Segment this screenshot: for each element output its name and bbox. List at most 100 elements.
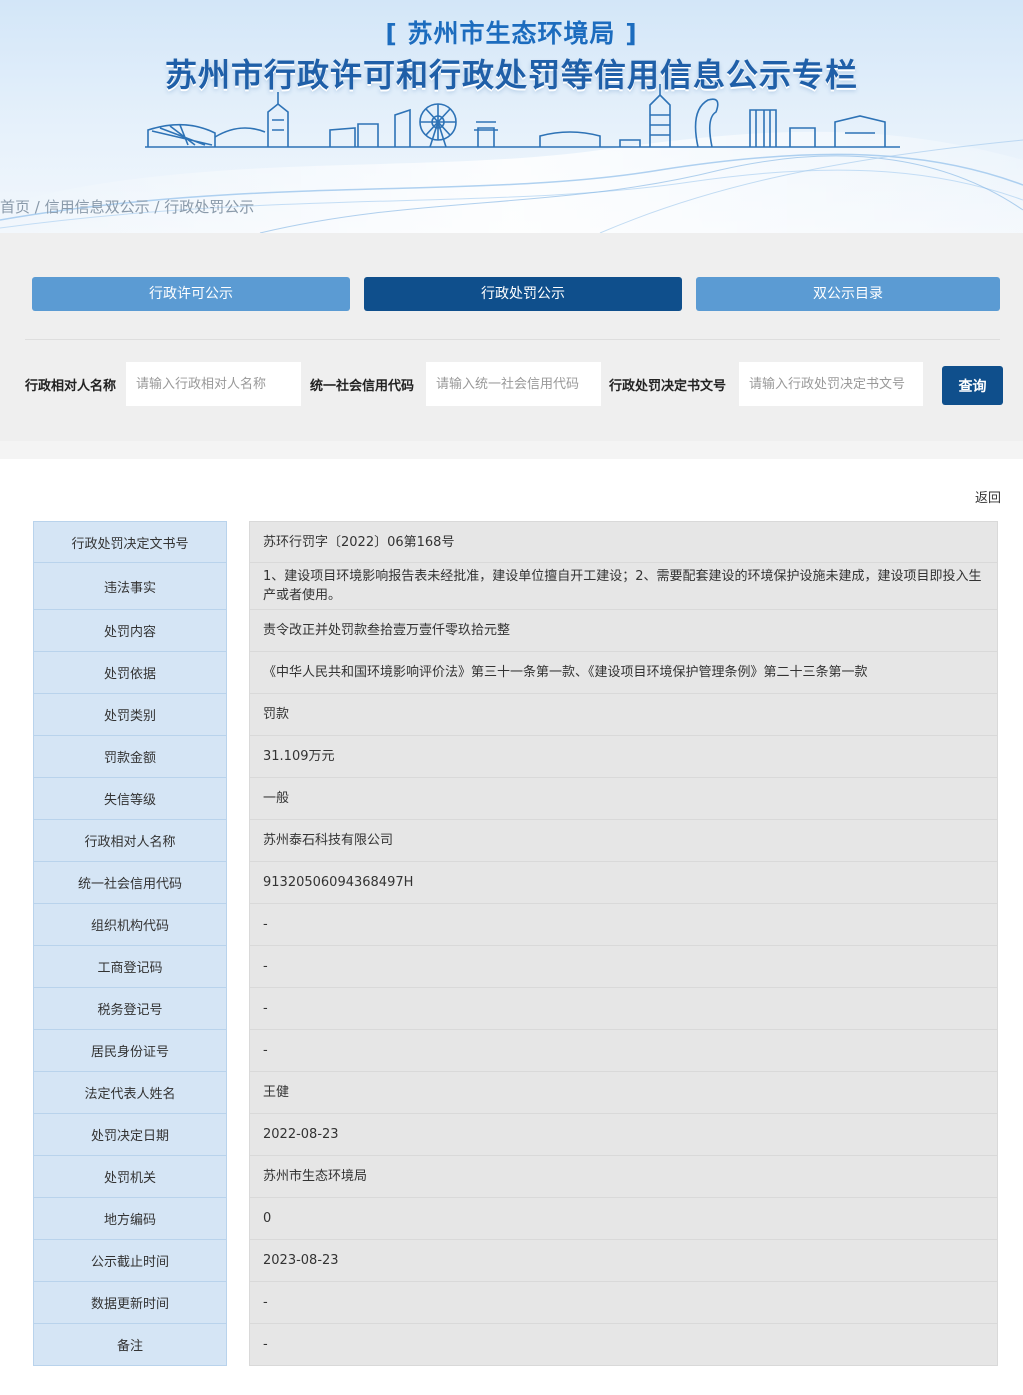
field-value: 一般: [249, 778, 998, 820]
cell-gap: [227, 521, 249, 563]
field-label: 居民身份证号: [33, 1030, 227, 1072]
field-label: 公示截止时间: [33, 1240, 227, 1282]
field-label: 备注: [33, 1324, 227, 1366]
field-value: -: [249, 1324, 998, 1366]
page-title: 苏州市行政许可和行政处罚等信用信息公示专栏: [164, 56, 858, 94]
field-label: 税务登记号: [33, 988, 227, 1030]
agency-subtitle: [ 苏州市生态环境局 ]: [385, 19, 638, 48]
field-value: 31.109万元: [249, 736, 998, 778]
table-row: 组织机构代码 -: [33, 904, 998, 946]
field-value: -: [249, 946, 998, 988]
field-label: 处罚机关: [33, 1156, 227, 1198]
tab-administrative-license[interactable]: 行政许可公示: [32, 277, 350, 311]
table-row: 数据更新时间 -: [33, 1282, 998, 1324]
tab-administrative-penalty[interactable]: 行政处罚公示: [364, 277, 682, 311]
table-row: 处罚决定日期 2022-08-23: [33, 1114, 998, 1156]
field-label: 组织机构代码: [33, 904, 227, 946]
field-label: 违法事实: [33, 563, 227, 610]
cell-gap: [227, 1198, 249, 1240]
cell-gap: [227, 736, 249, 778]
table-row: 违法事实 1、建设项目环境影响报告表未经批准，建设单位擅自开工建设；2、需要配套建…: [33, 563, 998, 610]
field-value: -: [249, 1282, 998, 1324]
field-value: 2023-08-23: [249, 1240, 998, 1282]
table-row: 地方编码 0: [33, 1198, 998, 1240]
cell-gap: [227, 1156, 249, 1198]
breadcrumb-current[interactable]: 行政处罚公示: [164, 198, 254, 216]
field-label: 行政相对人名称: [33, 820, 227, 862]
table-row: 公示截止时间 2023-08-23: [33, 1240, 998, 1282]
table-row: 工商登记码 -: [33, 946, 998, 988]
field-label: 失信等级: [33, 778, 227, 820]
table-row: 行政处罚决定文书号 苏环行罚字〔2022〕06第168号: [33, 521, 998, 563]
back-link[interactable]: 返回: [975, 487, 1001, 506]
cell-gap: [227, 1324, 249, 1366]
table-row: 居民身份证号 -: [33, 1030, 998, 1072]
field-value: 0: [249, 1198, 998, 1240]
cell-gap: [227, 652, 249, 694]
field-label: 法定代表人姓名: [33, 1072, 227, 1114]
field-value: -: [249, 988, 998, 1030]
name-search-label: 行政相对人名称: [25, 379, 117, 394]
table-row: 税务登记号 -: [33, 988, 998, 1030]
detail-content: 返回 行政处罚决定文书号 苏环行罚字〔2022〕06第168号 违法事实 1、建设项目…: [0, 459, 1023, 1395]
field-value: -: [249, 1030, 998, 1072]
field-value: -: [249, 904, 998, 946]
cell-gap: [227, 904, 249, 946]
cell-gap: [227, 1114, 249, 1156]
table-row: 法定代表人姓名 王健: [33, 1072, 998, 1114]
field-label: 行政处罚决定文书号: [33, 521, 227, 563]
tab-dual-publicity-catalog[interactable]: 双公示目录: [696, 277, 1000, 311]
field-value: 罚款: [249, 694, 998, 736]
field-value: 王健: [249, 1072, 998, 1114]
field-label: 统一社会信用代码: [33, 862, 227, 904]
cell-gap: [227, 862, 249, 904]
credit-code-search-label: 统一社会信用代码: [310, 379, 415, 394]
cell-gap: [227, 778, 249, 820]
cell-gap: [227, 563, 249, 610]
table-row: 处罚类别 罚款: [33, 694, 998, 736]
field-label: 数据更新时间: [33, 1282, 227, 1324]
field-label: 处罚类别: [33, 694, 227, 736]
field-value: 《中华人民共和国环境影响评价法》第三十一条第一款、《建设项目环境保护管理条例》第…: [249, 652, 998, 694]
section-divider: [25, 339, 1000, 340]
table-row: 罚款金额 31.109万元: [33, 736, 998, 778]
table-row: 处罚依据 《中华人民共和国环境影响评价法》第三十一条第一款、《建设项目环境保护管理…: [33, 652, 998, 694]
field-label: 处罚内容: [33, 610, 227, 652]
breadcrumb-level1[interactable]: 信用信息双公示: [45, 198, 150, 216]
decision-number-search-label: 行政处罚决定书文号: [609, 379, 727, 394]
cell-gap: [227, 1072, 249, 1114]
query-button[interactable]: 查询: [942, 366, 1003, 405]
table-row: 处罚内容 责令改正并处罚款叁拾壹万壹仟零玖拾元整: [33, 610, 998, 652]
cell-gap: [227, 694, 249, 736]
table-row: 统一社会信用代码 91320506094368497H: [33, 862, 998, 904]
name-search-input[interactable]: [126, 362, 301, 406]
cell-gap: [227, 1240, 249, 1282]
cell-gap: [227, 610, 249, 652]
breadcrumb-home[interactable]: 首页: [0, 198, 30, 216]
field-value: 苏环行罚字〔2022〕06第168号: [249, 521, 998, 563]
cell-gap: [227, 1030, 249, 1072]
decision-number-search-input[interactable]: [739, 362, 923, 406]
field-value: 苏州泰石科技有限公司: [249, 820, 998, 862]
field-label: 地方编码: [33, 1198, 227, 1240]
field-label: 处罚决定日期: [33, 1114, 227, 1156]
field-value: 1、建设项目环境影响报告表未经批准，建设单位擅自开工建设；2、需要配套建设的环境…: [249, 563, 998, 610]
table-row: 行政相对人名称 苏州泰石科技有限公司: [33, 820, 998, 862]
field-value: 2022-08-23: [249, 1114, 998, 1156]
nav-search-area: 行政许可公示 行政处罚公示 双公示目录 行政相对人名称 统一社会信用代码 行政处…: [0, 233, 1023, 441]
penalty-detail-table: 行政处罚决定文书号 苏环行罚字〔2022〕06第168号 违法事实 1、建设项目环境影…: [33, 521, 998, 1366]
cell-gap: [227, 820, 249, 862]
breadcrumb-separator: /: [149, 198, 165, 216]
table-row: 处罚机关 苏州市生态环境局: [33, 1156, 998, 1198]
cell-gap: [227, 988, 249, 1030]
cell-gap: [227, 1282, 249, 1324]
cell-gap: [227, 946, 249, 988]
breadcrumb: 首页 / 信用信息双公示 / 行政处罚公示: [0, 196, 254, 217]
table-row: 备注 -: [33, 1324, 998, 1366]
field-label: 罚款金额: [33, 736, 227, 778]
page-banner: [ 苏州市生态环境局 ] 苏州市行政许可和行政处罚等信用信息公示专栏 首页 / …: [0, 0, 1023, 233]
table-row: 失信等级 一般: [33, 778, 998, 820]
credit-code-search-input[interactable]: [426, 362, 601, 406]
field-value: 91320506094368497H: [249, 862, 998, 904]
field-value: 苏州市生态环境局: [249, 1156, 998, 1198]
